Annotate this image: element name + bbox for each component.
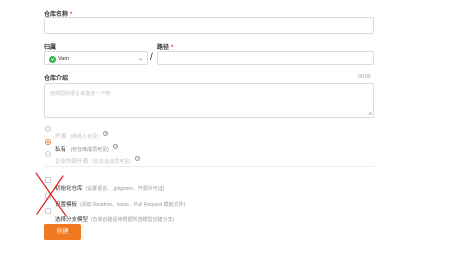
annotation-cross-icon — [35, 172, 67, 217]
description-placeholder: 用简短的语言来描述一下吧 — [50, 91, 111, 97]
visibility-radio-internal[interactable] — [45, 151, 51, 157]
create-button[interactable]: 创建 — [44, 224, 81, 240]
owner-selected-value: Vam — [58, 56, 69, 62]
description-counter: 0/100 — [358, 74, 371, 80]
visibility-radio-public[interactable] — [45, 126, 51, 132]
description-textarea[interactable]: 用简短的语言来描述一下吧 ⇲ — [44, 83, 374, 118]
section-divider — [44, 166, 374, 167]
owner-select[interactable]: V Vam ⌄ — [44, 51, 148, 65]
help-icon[interactable]: ? — [135, 156, 141, 162]
owner-label: 归属 — [44, 45, 57, 51]
chevron-down-icon: ⌄ — [137, 56, 143, 62]
path-input[interactable] — [157, 51, 374, 65]
help-icon[interactable]: ? — [103, 131, 109, 137]
description-label: 仓库介绍 — [44, 76, 69, 82]
path-separator: / — [150, 52, 153, 63]
help-icon[interactable]: ? — [113, 144, 119, 150]
owner-avatar: V — [49, 55, 56, 63]
repo-name-input[interactable] — [44, 17, 374, 34]
path-label: 路径 * — [157, 45, 174, 51]
visibility-radio-private[interactable] — [45, 139, 51, 145]
resize-handle-icon[interactable]: ⇲ — [368, 111, 372, 117]
